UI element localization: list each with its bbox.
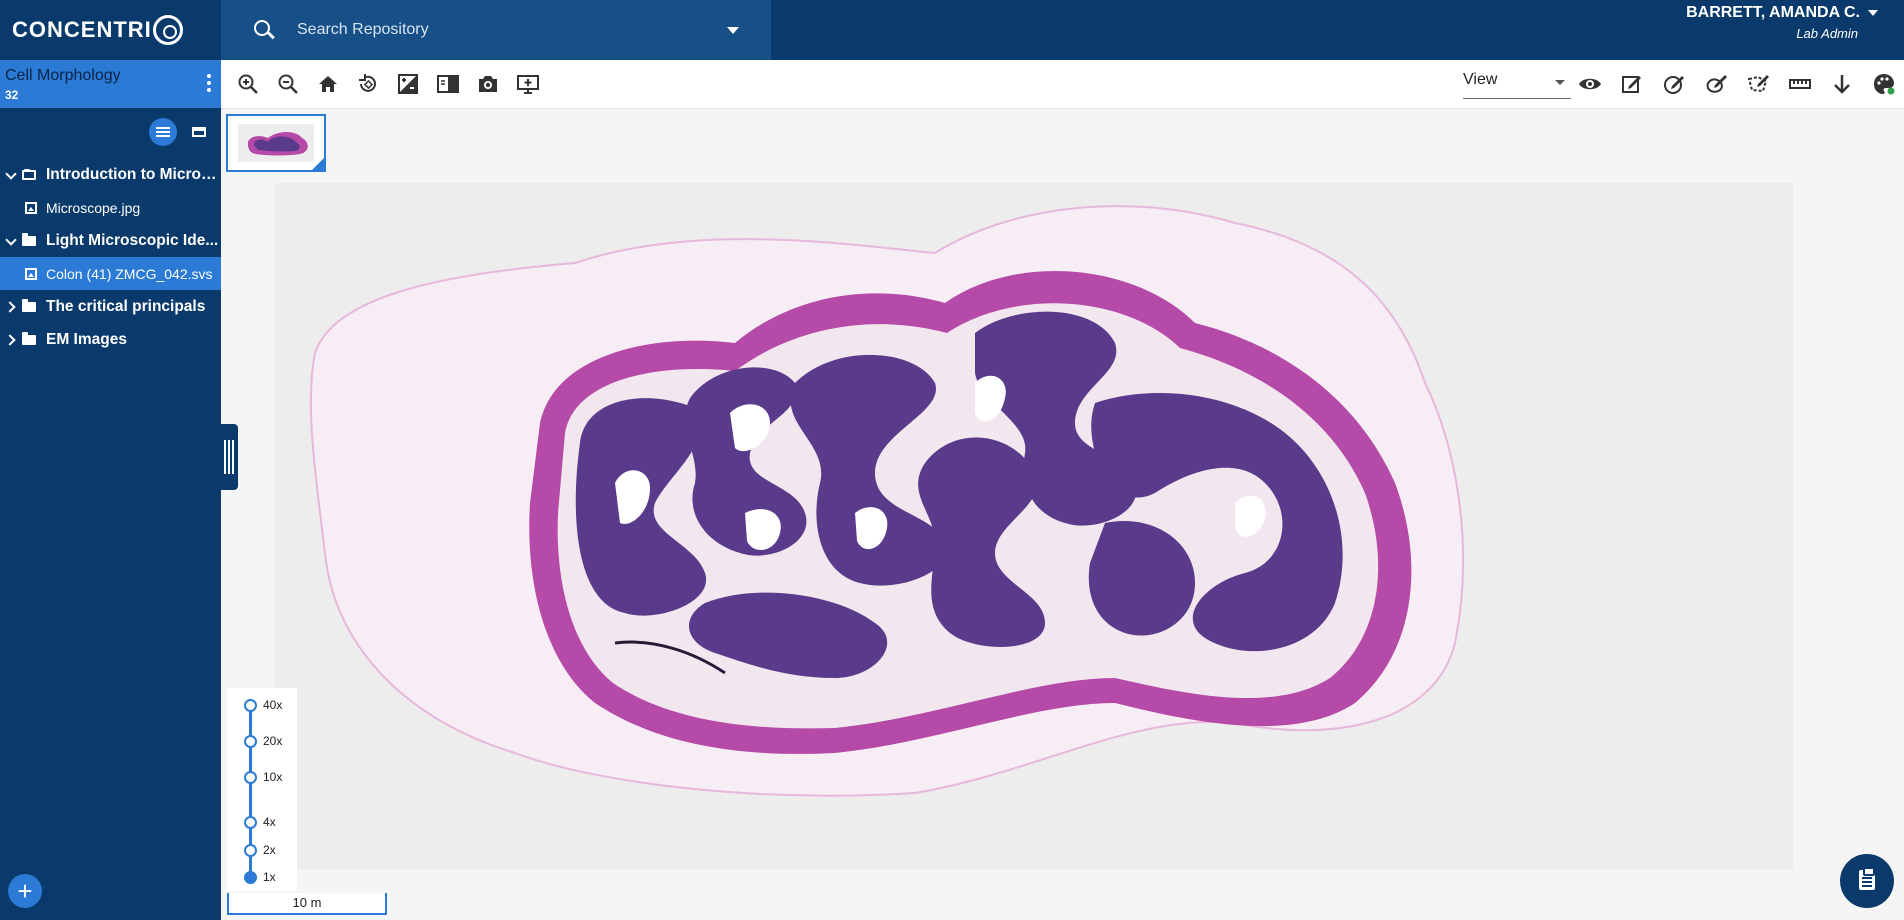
list-view-button[interactable] bbox=[149, 118, 177, 146]
zoom-level-label: 2x bbox=[263, 843, 276, 857]
zoom-level-20x[interactable]: 20x bbox=[244, 734, 282, 748]
ruler-icon[interactable] bbox=[1788, 72, 1812, 96]
edit-annotation-icon[interactable] bbox=[1620, 72, 1644, 96]
sidebar: Cell Morphology 32 Introduction to Micro… bbox=[0, 60, 221, 920]
sidebar-collapse-handle[interactable] bbox=[221, 424, 238, 490]
tree-item-label: Colon (41) ZMCG_042.svs bbox=[46, 265, 213, 282]
chevron-down-icon[interactable] bbox=[727, 26, 739, 34]
compare-icon[interactable] bbox=[436, 72, 460, 96]
image-icon bbox=[25, 267, 37, 280]
mode-select[interactable]: View bbox=[1463, 68, 1571, 99]
search-icon[interactable] bbox=[253, 19, 275, 41]
logo-q-mark bbox=[152, 15, 183, 45]
card-view-button[interactable] bbox=[185, 118, 213, 146]
folder-icon bbox=[22, 298, 36, 312]
add-button[interactable]: + bbox=[8, 874, 42, 908]
zoom-level-ladder: 40x 20x 10x 4x 2x 1x bbox=[227, 688, 297, 891]
concentriq-logo[interactable]: CONCENTRI bbox=[0, 0, 221, 60]
annotate-circle-icon[interactable] bbox=[1662, 72, 1686, 96]
zoom-out-icon[interactable] bbox=[276, 72, 300, 96]
folder-icon bbox=[22, 232, 36, 246]
view-toggles bbox=[149, 118, 213, 146]
annotate-polygon-icon[interactable] bbox=[1746, 72, 1770, 96]
zoom-dot bbox=[244, 843, 257, 857]
tree-folder-intro[interactable]: Introduction to Micros... bbox=[0, 158, 221, 191]
mode-select-value: View bbox=[1463, 71, 1498, 88]
user-menu[interactable]: BARRETT, AMANDA C. Lab Admin bbox=[1686, 4, 1878, 41]
tree-folder-critical-principals[interactable]: The critical principals bbox=[0, 290, 221, 323]
zoom-level-label: 40x bbox=[263, 698, 283, 712]
caret-down-icon bbox=[1555, 80, 1565, 85]
zoom-level-4x[interactable]: 4x bbox=[244, 815, 276, 829]
tissue-image bbox=[275, 183, 1793, 869]
slide-viewer[interactable] bbox=[275, 183, 1793, 869]
zoom-level-2x[interactable]: 2x bbox=[244, 843, 276, 857]
zoom-dot bbox=[244, 734, 257, 748]
chevron-down-icon[interactable] bbox=[6, 236, 16, 246]
project-count: 32 bbox=[5, 88, 19, 102]
more-options-icon[interactable] bbox=[207, 74, 211, 95]
thumbnail-selected-corner bbox=[312, 158, 324, 170]
zoom-dot bbox=[244, 770, 257, 784]
user-role: Lab Admin bbox=[1796, 26, 1858, 41]
rotate-icon[interactable] bbox=[356, 72, 380, 96]
tree-image-colon[interactable]: Colon (41) ZMCG_042.svs bbox=[0, 257, 221, 290]
zoom-level-label: 1x bbox=[263, 870, 276, 884]
chevron-down-icon[interactable] bbox=[6, 170, 16, 180]
project-title: Cell Morphology bbox=[5, 67, 121, 84]
tree-folder-em-images[interactable]: EM Images bbox=[0, 323, 221, 356]
chevron-right-icon[interactable] bbox=[6, 335, 16, 345]
tree-item-label: Introduction to Micros... bbox=[46, 165, 221, 183]
folder-open-icon bbox=[22, 168, 36, 180]
folder-tree: Introduction to Micros... Microscope.jpg… bbox=[0, 158, 221, 356]
logo-text: CONCENTRI bbox=[12, 17, 152, 42]
zoom-dot bbox=[244, 815, 257, 829]
zoom-level-label: 4x bbox=[263, 815, 276, 829]
search-bar[interactable]: Search Repository bbox=[221, 0, 771, 60]
tree-folder-light-microscopic[interactable]: Light Microscopic Ide... bbox=[0, 224, 221, 257]
chevron-right-icon[interactable] bbox=[6, 302, 16, 312]
tree-item-label: The critical principals bbox=[46, 297, 206, 315]
list-icon bbox=[156, 125, 170, 139]
zoom-dot-active bbox=[244, 870, 257, 884]
home-icon[interactable] bbox=[316, 72, 340, 96]
tree-item-label: Light Microscopic Ide... bbox=[46, 231, 219, 249]
zoom-level-label: 20x bbox=[263, 734, 283, 748]
toolbar-right bbox=[1578, 72, 1896, 96]
zoom-level-1x[interactable]: 1x bbox=[244, 870, 276, 884]
folder-icon bbox=[22, 331, 36, 345]
present-icon[interactable] bbox=[516, 72, 540, 96]
zoom-in-icon[interactable] bbox=[236, 72, 260, 96]
thumbnail-image bbox=[238, 124, 314, 162]
adjust-image-icon[interactable] bbox=[396, 72, 420, 96]
toolbar-left bbox=[236, 72, 540, 96]
palette-icon[interactable] bbox=[1872, 72, 1896, 96]
image-icon bbox=[25, 201, 37, 214]
zoom-level-40x[interactable]: 40x bbox=[244, 698, 282, 712]
project-header[interactable]: Cell Morphology 32 bbox=[0, 60, 221, 108]
scale-bar: 10 m bbox=[227, 893, 387, 915]
camera-icon[interactable] bbox=[476, 72, 500, 96]
zoom-dot bbox=[244, 698, 257, 712]
zoom-level-label: 10x bbox=[263, 770, 283, 784]
search-input[interactable]: Search Repository bbox=[297, 21, 727, 39]
user-menu-chevron-icon[interactable] bbox=[1868, 9, 1878, 16]
annotate-freehand-icon[interactable] bbox=[1704, 72, 1728, 96]
slide-thumbnail[interactable] bbox=[226, 114, 326, 172]
clipboard-icon bbox=[1859, 867, 1875, 890]
zoom-level-10x[interactable]: 10x bbox=[244, 770, 282, 784]
viewer-toolbar: View bbox=[221, 60, 1904, 109]
card-icon bbox=[192, 127, 206, 137]
tree-image-microscope[interactable]: Microscope.jpg bbox=[0, 191, 221, 224]
tree-item-label: Microscope.jpg bbox=[46, 199, 141, 216]
eye-icon[interactable] bbox=[1578, 72, 1602, 96]
download-icon[interactable] bbox=[1830, 72, 1854, 96]
clipboard-button[interactable] bbox=[1840, 854, 1894, 908]
user-name: BARRETT, AMANDA C. bbox=[1686, 4, 1860, 21]
tree-item-label: EM Images bbox=[46, 330, 127, 348]
